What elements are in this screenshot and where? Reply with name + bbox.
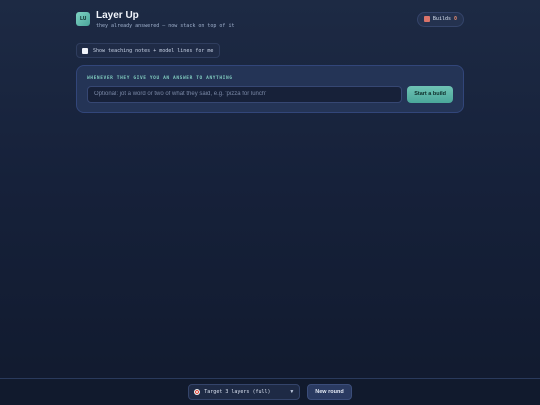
builds-label: Builds <box>432 16 451 22</box>
brand: LU Layer Up they already answered — now … <box>76 10 234 29</box>
builds-counter-button[interactable]: Builds 0 <box>416 11 464 27</box>
answer-input-row: Start a build <box>87 85 453 103</box>
answer-input[interactable] <box>87 85 403 103</box>
app-container: LU Layer Up they already answered — now … <box>76 8 464 113</box>
teaching-notes-label: Show teaching notes + model lines for me <box>93 47 214 54</box>
app-title: Layer Up <box>96 9 139 21</box>
footer-bar: Target 3 layers (full) ▼ New round <box>0 378 540 405</box>
target-icon <box>194 389 201 395</box>
chevron-down-icon: ▼ <box>289 389 295 395</box>
teaching-notes-checkbox[interactable] <box>82 47 88 54</box>
answer-card: WHENEVER THEY GIVE YOU AN ANSWER TO ANYT… <box>76 64 464 113</box>
new-round-button[interactable]: New round <box>307 384 352 400</box>
builds-count: 0 <box>453 16 457 22</box>
target-select[interactable]: Target 3 layers (full) ▼ <box>188 384 301 400</box>
app-subtitle: they already answered — now stack on top… <box>96 22 235 29</box>
header: LU Layer Up they already answered — now … <box>76 8 464 30</box>
teaching-notes-toggle[interactable]: Show teaching notes + model lines for me <box>76 43 221 58</box>
target-select-value: Target 3 layers (full) <box>204 389 271 395</box>
layers-icon <box>423 16 430 22</box>
answer-card-label: WHENEVER THEY GIVE YOU AN ANSWER TO ANYT… <box>87 75 233 81</box>
title-group: Layer Up they already answered — now sta… <box>96 10 234 29</box>
app-logo: LU <box>76 12 90 26</box>
start-build-button[interactable]: Start a build <box>407 85 453 103</box>
